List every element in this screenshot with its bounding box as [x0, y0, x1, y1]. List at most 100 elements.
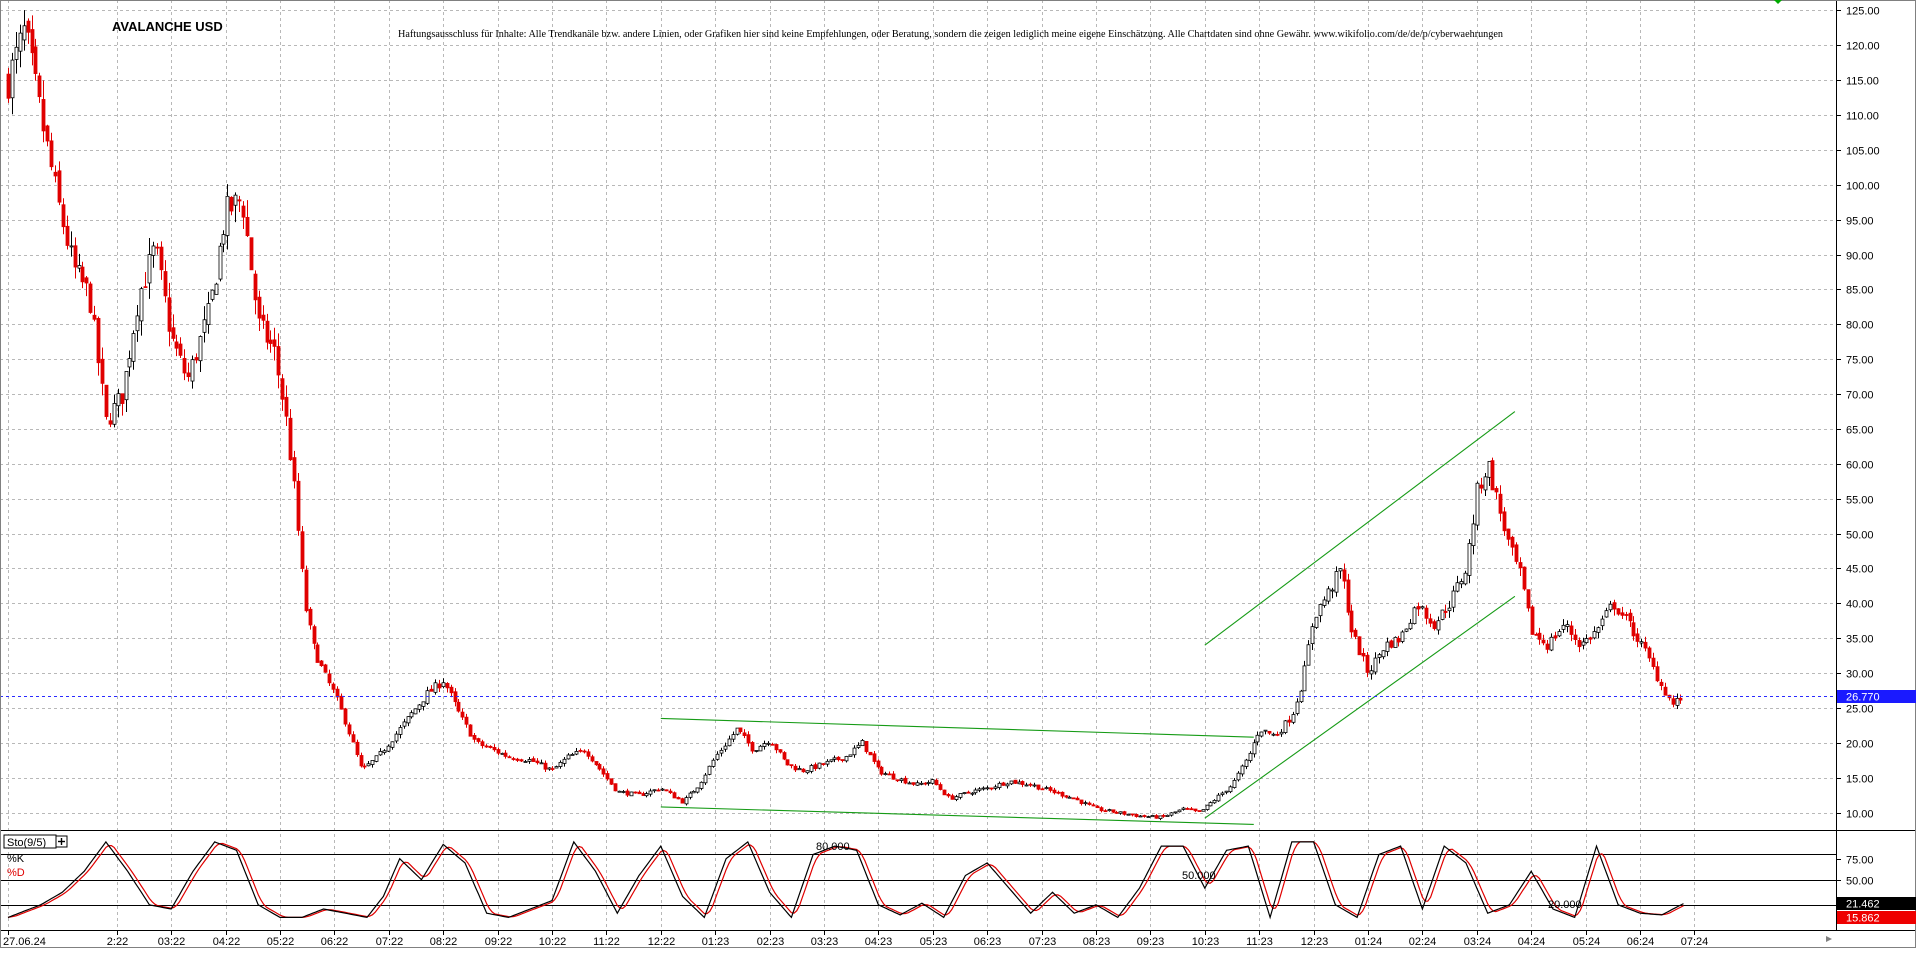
candle-body [343, 708, 348, 725]
candle-body [1678, 697, 1683, 701]
candle-body [860, 740, 865, 747]
candle-body [1240, 765, 1245, 775]
candle-body [1158, 815, 1163, 819]
candle-body [1600, 618, 1605, 627]
candle-body [1396, 638, 1401, 643]
candle-body [351, 734, 356, 743]
x-tick-label: 06:24 [1627, 936, 1655, 948]
y-tick-label: 45.00 [1846, 564, 1874, 576]
candle-body [1103, 810, 1108, 813]
candle-body [1455, 582, 1460, 592]
candle-body [1310, 626, 1315, 645]
candle-body [778, 749, 783, 753]
y-tick-label: 40.00 [1846, 599, 1874, 611]
candle-body [276, 346, 281, 376]
candle-body [186, 372, 191, 378]
y-tick-label: 20.00 [1846, 739, 1874, 751]
candle-body [241, 205, 246, 218]
candle-body [386, 745, 391, 752]
y-tick-label: 110.00 [1846, 111, 1879, 123]
candle-body [120, 393, 125, 404]
candle-body [1142, 815, 1147, 817]
candle-body [265, 320, 270, 343]
candle-body [1490, 460, 1495, 491]
candle-body [312, 626, 317, 644]
x-tick-label: 02:24 [1409, 936, 1437, 948]
x-tick-label: 01:24 [1355, 936, 1383, 948]
candle-body [774, 744, 779, 751]
candle-body [785, 759, 790, 766]
x-tick-label: 05:23 [920, 936, 948, 948]
candle-body [954, 796, 959, 800]
candle-body [664, 789, 669, 792]
candle-body [1549, 636, 1554, 651]
candle-body [449, 686, 454, 694]
candle-body [1514, 544, 1519, 562]
candle-body [1334, 571, 1339, 593]
candle-body [1534, 633, 1539, 636]
candle-body [218, 245, 223, 280]
candle-body [143, 286, 148, 289]
candle-body [668, 790, 673, 794]
candle-body [1020, 781, 1025, 785]
y-tick-label: 80.00 [1846, 320, 1874, 332]
candle-body [1322, 599, 1327, 606]
candle-body [887, 773, 892, 776]
candle-body [359, 755, 364, 767]
candle-body [1510, 536, 1515, 548]
candle-body [257, 296, 262, 319]
candle-body [1361, 652, 1366, 657]
candle-body [1498, 493, 1503, 514]
candle-body [159, 246, 164, 271]
candle-body [625, 790, 630, 796]
candle-body [402, 721, 407, 727]
candle-body [92, 314, 97, 320]
candle-body [14, 46, 19, 60]
candle-body [1259, 731, 1264, 737]
candle-body [280, 378, 285, 400]
candle-body [398, 727, 403, 735]
candle-body [1467, 543, 1472, 576]
candle-body [1526, 589, 1531, 609]
candle-body [1165, 814, 1170, 817]
candle-body [1216, 794, 1221, 802]
candle-body [1263, 729, 1268, 732]
expand-indicator-button[interactable] [55, 835, 68, 848]
candle-body [327, 673, 332, 684]
candle-body [1545, 643, 1550, 650]
candle-body [515, 758, 520, 761]
candle-body [923, 782, 928, 785]
candle-body [139, 288, 144, 322]
candle-body [1044, 787, 1049, 790]
candle-body [911, 782, 916, 785]
candle-body [758, 745, 763, 752]
candle-body [245, 216, 250, 237]
candle-body [1107, 809, 1112, 812]
candle-body [1330, 589, 1335, 592]
candle-body [543, 762, 548, 770]
candle-body [1487, 461, 1492, 478]
candle-body [903, 777, 908, 784]
candle-body [147, 254, 152, 284]
candle-body [1056, 791, 1061, 794]
candle-body [53, 171, 58, 177]
y-tick-label: 115.00 [1846, 76, 1879, 88]
candle-body [836, 756, 841, 761]
last-price-tag: 26.770 [1837, 690, 1916, 704]
candle-body [1631, 622, 1636, 637]
k-last-value: 21.462 [1846, 899, 1880, 911]
y-tick-label: 120.00 [1846, 41, 1880, 53]
candle-body [715, 753, 720, 760]
candle-body [766, 742, 771, 745]
candle-body [562, 758, 567, 764]
candle-body [1181, 807, 1186, 810]
candle-body [527, 759, 532, 762]
candle-body [171, 327, 176, 339]
candle-body [1502, 511, 1507, 532]
candle-body [206, 303, 211, 326]
candle-body [852, 747, 857, 756]
candle-body [1275, 733, 1280, 736]
candle-body [1287, 719, 1292, 723]
candle-body [1404, 628, 1409, 632]
candle-body [1267, 730, 1272, 734]
